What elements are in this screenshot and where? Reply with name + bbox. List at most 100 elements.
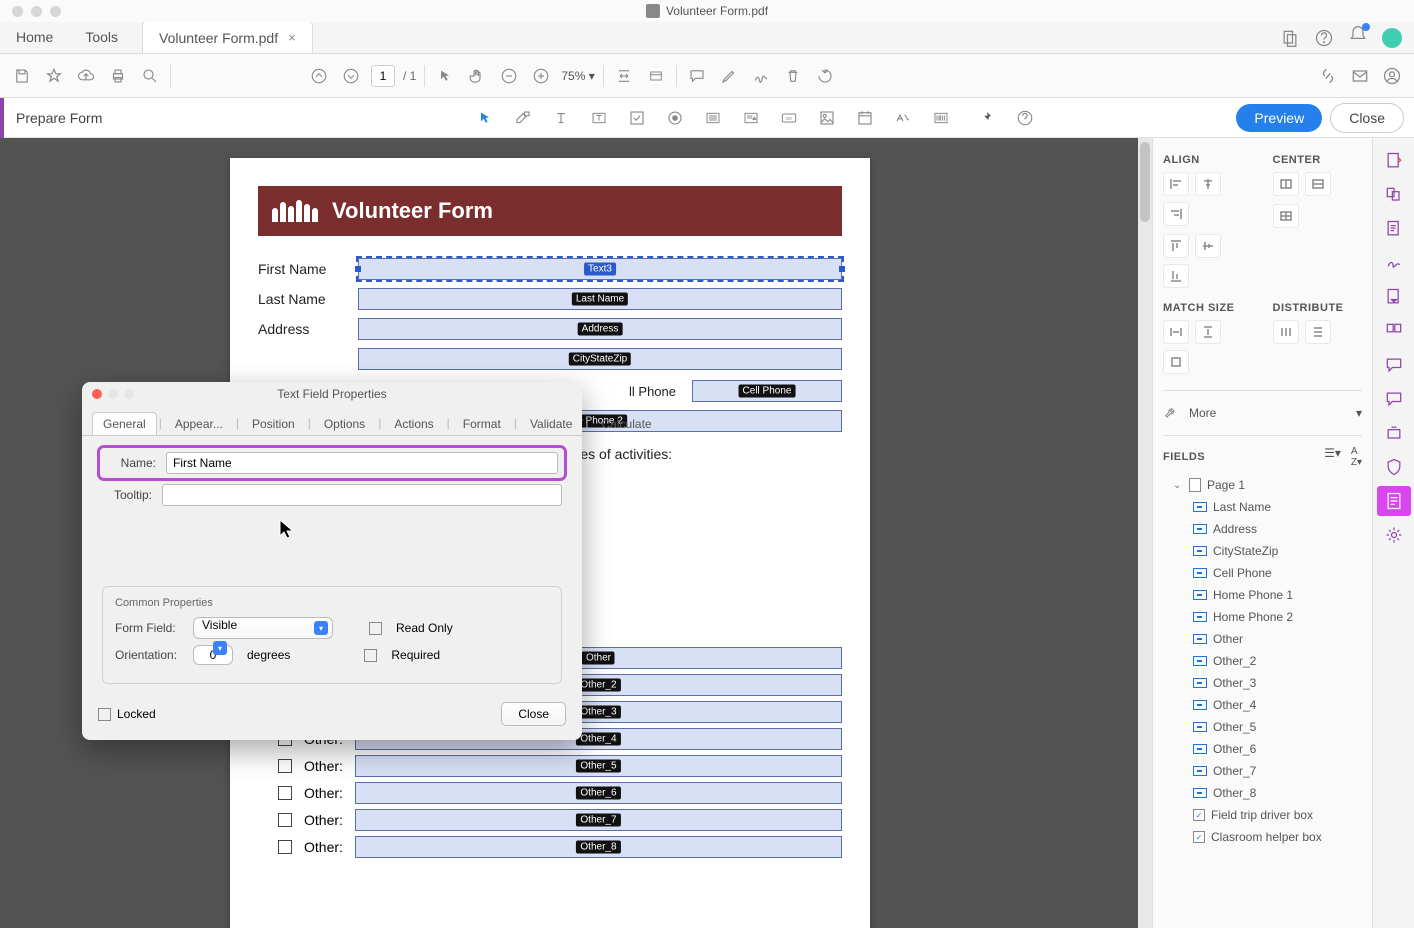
tree-page-1[interactable]: ⌄ Page 1 bbox=[1163, 474, 1362, 496]
dialog-tab-options[interactable]: Options bbox=[313, 412, 376, 435]
edit-tag-icon[interactable] bbox=[508, 104, 538, 132]
close-tab-icon[interactable]: × bbox=[288, 30, 296, 45]
tree-field-item[interactable]: Home Phone 2 bbox=[1163, 606, 1362, 628]
center-h-icon[interactable] bbox=[1273, 172, 1299, 196]
name-input[interactable] bbox=[166, 452, 558, 474]
tree-field-item[interactable]: Other_2 bbox=[1163, 650, 1362, 672]
dialog-close-dot-icon[interactable] bbox=[92, 389, 102, 399]
hand-pan-icon[interactable] bbox=[465, 64, 489, 88]
rail-create-pdf-icon[interactable] bbox=[1377, 146, 1411, 176]
date-field-icon[interactable] bbox=[850, 104, 880, 132]
align-bottom-icon[interactable] bbox=[1163, 264, 1189, 288]
distribute-h-icon[interactable] bbox=[1273, 320, 1299, 344]
page-number-input[interactable] bbox=[371, 65, 395, 87]
maximize-window-dot[interactable] bbox=[50, 6, 61, 17]
minimize-window-dot[interactable] bbox=[31, 6, 42, 17]
text-field-icon[interactable] bbox=[546, 104, 576, 132]
tree-checkbox-item[interactable]: ✓Clasroom helper box bbox=[1163, 826, 1362, 848]
help-icon[interactable] bbox=[1314, 28, 1334, 48]
checkbox-other-6[interactable] bbox=[278, 786, 292, 800]
tree-field-item[interactable]: Other bbox=[1163, 628, 1362, 650]
sort-fields-icon[interactable]: ☰▾ bbox=[1324, 446, 1341, 468]
rail-combine-icon[interactable] bbox=[1377, 180, 1411, 210]
zoom-in-icon[interactable] bbox=[529, 64, 553, 88]
rail-organize-icon[interactable] bbox=[1377, 316, 1411, 346]
distribute-v-icon[interactable] bbox=[1305, 320, 1331, 344]
required-checkbox[interactable] bbox=[364, 649, 377, 662]
match-both-icon[interactable] bbox=[1163, 350, 1189, 374]
dialog-tab-general[interactable]: General bbox=[92, 412, 157, 435]
collapse-icon[interactable]: ⌄ bbox=[1173, 480, 1183, 491]
field-other-6[interactable]: Other_6 bbox=[355, 782, 842, 804]
account-circle-icon[interactable] bbox=[1380, 64, 1404, 88]
zoom-select[interactable]: 75% ▾ bbox=[561, 69, 594, 83]
sort-alpha-icon[interactable]: AZ▾ bbox=[1351, 446, 1362, 468]
field-address[interactable]: Address bbox=[358, 318, 842, 340]
tree-checkbox-item[interactable]: ✓Field trip driver box bbox=[1163, 804, 1362, 826]
close-window-dot[interactable] bbox=[12, 6, 23, 17]
align-center-v-icon[interactable] bbox=[1195, 234, 1221, 258]
link-icon[interactable] bbox=[1316, 64, 1340, 88]
profile-avatar-icon[interactable] bbox=[1382, 28, 1402, 48]
tree-field-item[interactable]: Other_6 bbox=[1163, 738, 1362, 760]
tree-field-item[interactable]: Address bbox=[1163, 518, 1362, 540]
center-v-icon[interactable] bbox=[1305, 172, 1331, 196]
highlight-pen-icon[interactable] bbox=[717, 64, 741, 88]
tab-tools[interactable]: Tools bbox=[69, 21, 134, 53]
dialog-minimize-dot-icon[interactable] bbox=[108, 389, 118, 399]
rail-more-tools-icon[interactable] bbox=[1377, 520, 1411, 550]
close-form-button[interactable]: Close bbox=[1330, 103, 1404, 133]
tree-field-item[interactable]: Other_7 bbox=[1163, 760, 1362, 782]
more-options-dropdown[interactable]: More ▾ bbox=[1163, 399, 1362, 427]
radio-button-icon[interactable] bbox=[660, 104, 690, 132]
image-field-icon[interactable] bbox=[812, 104, 842, 132]
save-icon[interactable] bbox=[10, 64, 34, 88]
checkbox-other-5[interactable] bbox=[278, 759, 292, 773]
align-right-icon[interactable] bbox=[1163, 202, 1189, 226]
rotate-icon[interactable] bbox=[813, 64, 837, 88]
match-height-icon[interactable] bbox=[1195, 320, 1221, 344]
mail-icon[interactable] bbox=[1348, 64, 1372, 88]
list-box-icon[interactable] bbox=[698, 104, 728, 132]
field-other-7[interactable]: Other_7 bbox=[355, 809, 842, 831]
form-field-select[interactable]: Visible▾ bbox=[193, 617, 333, 639]
cloud-upload-icon[interactable] bbox=[74, 64, 98, 88]
vertical-scrollbar[interactable] bbox=[1138, 138, 1152, 928]
tree-field-item[interactable]: Other_4 bbox=[1163, 694, 1362, 716]
star-icon[interactable] bbox=[42, 64, 66, 88]
tree-field-item[interactable]: Other_5 bbox=[1163, 716, 1362, 738]
rail-edit-pdf-icon[interactable] bbox=[1377, 214, 1411, 244]
fit-width-icon[interactable] bbox=[612, 64, 636, 88]
align-center-h-icon[interactable] bbox=[1195, 172, 1221, 196]
field-city-state-zip[interactable]: CityStateZip bbox=[358, 348, 842, 370]
page-up-icon[interactable] bbox=[307, 64, 331, 88]
rail-export-icon[interactable] bbox=[1377, 282, 1411, 312]
tab-file-active[interactable]: Volunteer Form.pdf × bbox=[142, 21, 313, 53]
rail-protect-icon[interactable] bbox=[1377, 452, 1411, 482]
checkbox-icon[interactable] bbox=[622, 104, 652, 132]
dialog-tab-calculate[interactable]: Calculate bbox=[591, 412, 663, 435]
rail-prepare-form-icon[interactable] bbox=[1377, 486, 1411, 516]
tab-home[interactable]: Home bbox=[0, 21, 69, 53]
tree-field-item[interactable]: Other_3 bbox=[1163, 672, 1362, 694]
print-icon[interactable] bbox=[106, 64, 130, 88]
field-cell-phone[interactable]: Cell Phone bbox=[692, 380, 842, 402]
ok-button-field-icon[interactable]: OK bbox=[774, 104, 804, 132]
dialog-tab-appearance[interactable]: Appear... bbox=[164, 412, 234, 435]
field-other-8[interactable]: Other_8 bbox=[355, 836, 842, 858]
text-box-icon[interactable] bbox=[584, 104, 614, 132]
preview-button[interactable]: Preview bbox=[1236, 104, 1322, 132]
align-top-icon[interactable] bbox=[1163, 234, 1189, 258]
dialog-zoom-dot-icon[interactable] bbox=[124, 389, 134, 399]
pin-icon[interactable] bbox=[972, 104, 1002, 132]
magnifier-icon[interactable] bbox=[138, 64, 162, 88]
share-files-icon[interactable] bbox=[1280, 28, 1300, 48]
rail-scan-icon[interactable] bbox=[1377, 418, 1411, 448]
fit-page-icon[interactable] bbox=[644, 64, 668, 88]
dialog-close-button[interactable]: Close bbox=[501, 702, 566, 726]
field-last-name[interactable]: Last Name bbox=[358, 288, 842, 310]
field-first-name[interactable]: Text3 bbox=[358, 258, 842, 280]
traffic-lights[interactable] bbox=[12, 6, 61, 17]
comment-icon[interactable] bbox=[685, 64, 709, 88]
barcode-field-icon[interactable] bbox=[926, 104, 956, 132]
